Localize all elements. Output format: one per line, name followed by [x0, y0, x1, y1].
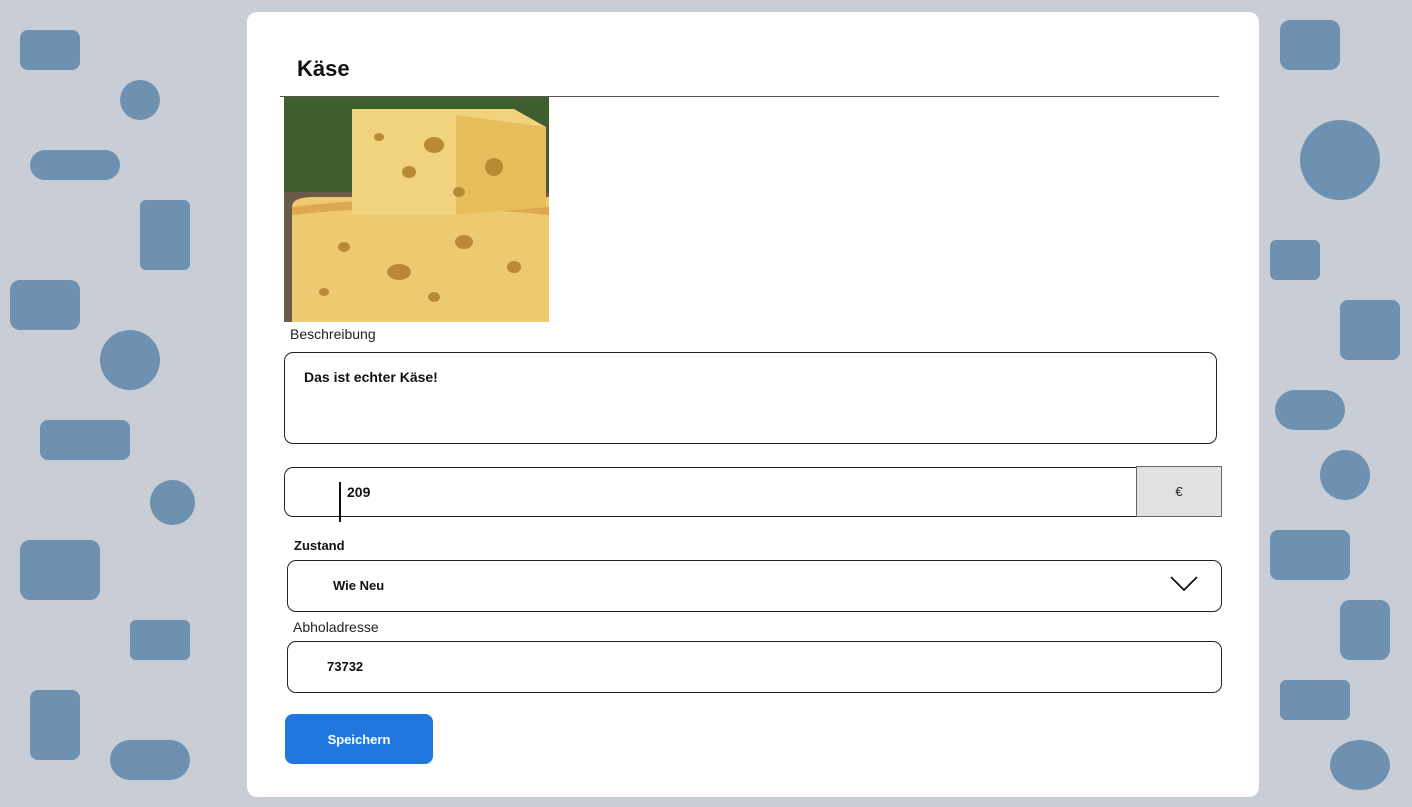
address-label: Abholadresse [293, 619, 379, 635]
text-caret [339, 482, 341, 522]
description-textarea[interactable]: Das ist echter Käse! [284, 352, 1217, 444]
currency-addon: € [1136, 466, 1222, 517]
item-title: Käse [297, 56, 350, 81]
product-image [284, 97, 549, 322]
price-value: 209 [347, 484, 371, 500]
chevron-down-icon [1170, 576, 1198, 592]
condition-label: Zustand [294, 538, 345, 553]
address-value: 73732 [327, 659, 364, 674]
description-label: Beschreibung [290, 326, 376, 342]
save-button[interactable]: Speichern [285, 714, 433, 764]
condition-selected-value: Wie Neu [333, 578, 385, 593]
price-input[interactable]: 209 [284, 467, 1137, 522]
address-input[interactable]: 73732 [287, 641, 1222, 693]
condition-select[interactable]: Wie Neu [287, 560, 1222, 612]
edit-item-card: Käse Beschreibung Das ist echter Käse! 2… [247, 12, 1259, 797]
price-group: 209 € [284, 466, 1222, 522]
